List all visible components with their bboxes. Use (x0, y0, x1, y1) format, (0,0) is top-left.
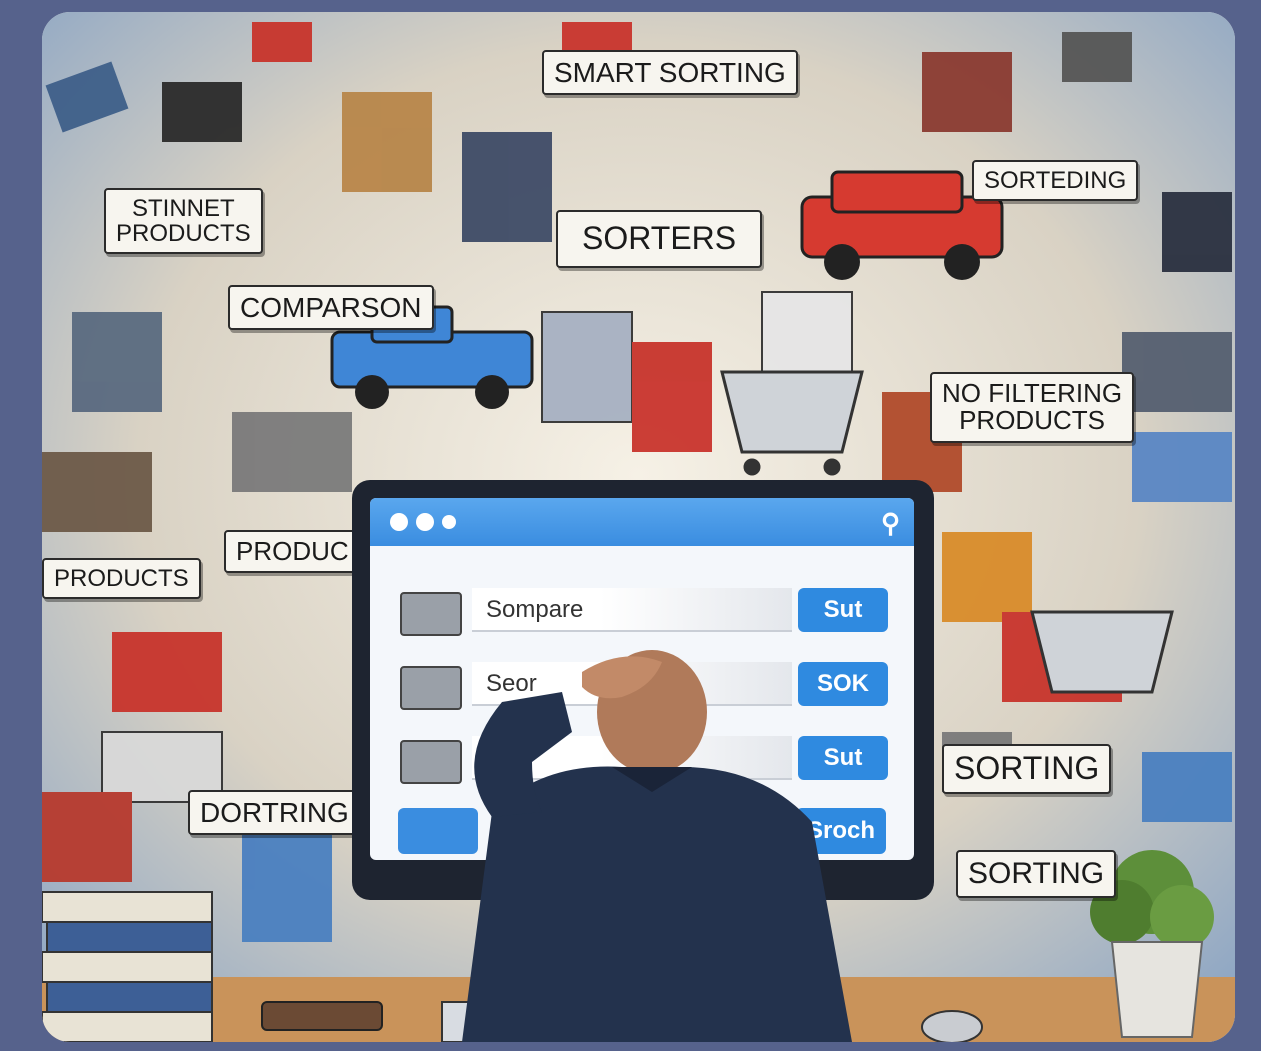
label-smart-sorting: SMART SORTING (542, 50, 798, 96)
label-products-left: PRODUCTS (42, 558, 201, 600)
label-sorteding: SORTEDING (972, 160, 1139, 202)
window-dot (390, 513, 408, 531)
label-no-filtering-products: NO FILTERING PRODUCTS (930, 372, 1135, 443)
label-sorters: SORTERS (556, 210, 763, 268)
window-dot (442, 515, 456, 529)
illustration-frame: SMART SORTING SORTEDING STINNET PRODUCTS… (42, 12, 1235, 1042)
sort-button[interactable]: Sut (798, 588, 888, 632)
label-sorting-bottom: SORTING (956, 850, 1117, 898)
label-sorting-right: SORTING (942, 744, 1112, 794)
product-thumbnail (400, 592, 462, 636)
frustrated-man (462, 650, 852, 1042)
label-stinnet-products: STINNET PRODUCTS (104, 188, 263, 255)
window-dot (416, 513, 434, 531)
browser-titlebar: ⚲ (370, 498, 914, 546)
search-field[interactable]: Sompare (472, 588, 792, 632)
label-produc: PRODUC (224, 530, 361, 574)
list-item: Sompare Sut (400, 586, 890, 636)
search-icon[interactable]: ⚲ (881, 508, 900, 539)
label-comparson: COMPARSON (228, 285, 434, 331)
label-dortring: DORTRING (188, 790, 361, 836)
